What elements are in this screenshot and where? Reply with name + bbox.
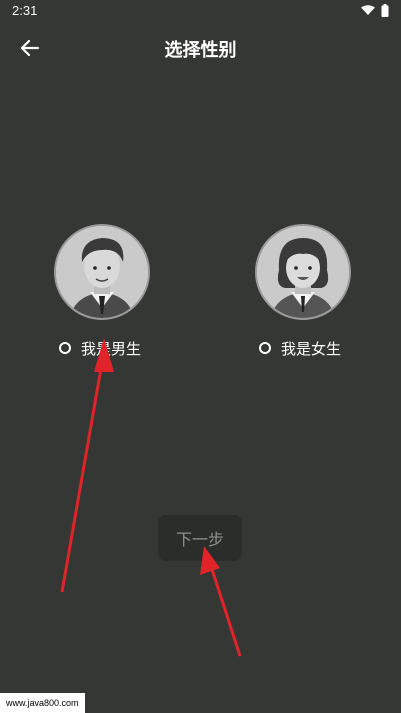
- status-bar: 2:31: [0, 0, 401, 24]
- next-step-button[interactable]: 下一步: [158, 515, 242, 561]
- page-title: 选择性别: [164, 40, 237, 61]
- male-option-label: 我是男生: [81, 339, 142, 358]
- status-time: 2:31: [12, 3, 38, 18]
- female-option-label: 我是女生: [281, 339, 342, 358]
- watermark: www.java800.com: [0, 693, 85, 713]
- female-avatar-illustration: [257, 226, 349, 318]
- female-option[interactable]: 我是女生: [259, 338, 341, 358]
- header: 选择性别: [0, 24, 401, 70]
- male-avatar[interactable]: [54, 224, 150, 320]
- female-avatar[interactable]: [255, 224, 351, 320]
- male-avatar-illustration: [56, 226, 148, 318]
- annotation-arrow-to-next-button: [200, 546, 242, 657]
- annotation-arrow-to-male-option: [60, 338, 114, 593]
- status-icons: [361, 4, 389, 17]
- battery-icon: [381, 4, 389, 17]
- male-option[interactable]: 我是男生: [59, 338, 141, 358]
- male-radio[interactable]: [59, 342, 71, 354]
- female-radio[interactable]: [259, 342, 271, 354]
- wifi-icon: [361, 5, 375, 15]
